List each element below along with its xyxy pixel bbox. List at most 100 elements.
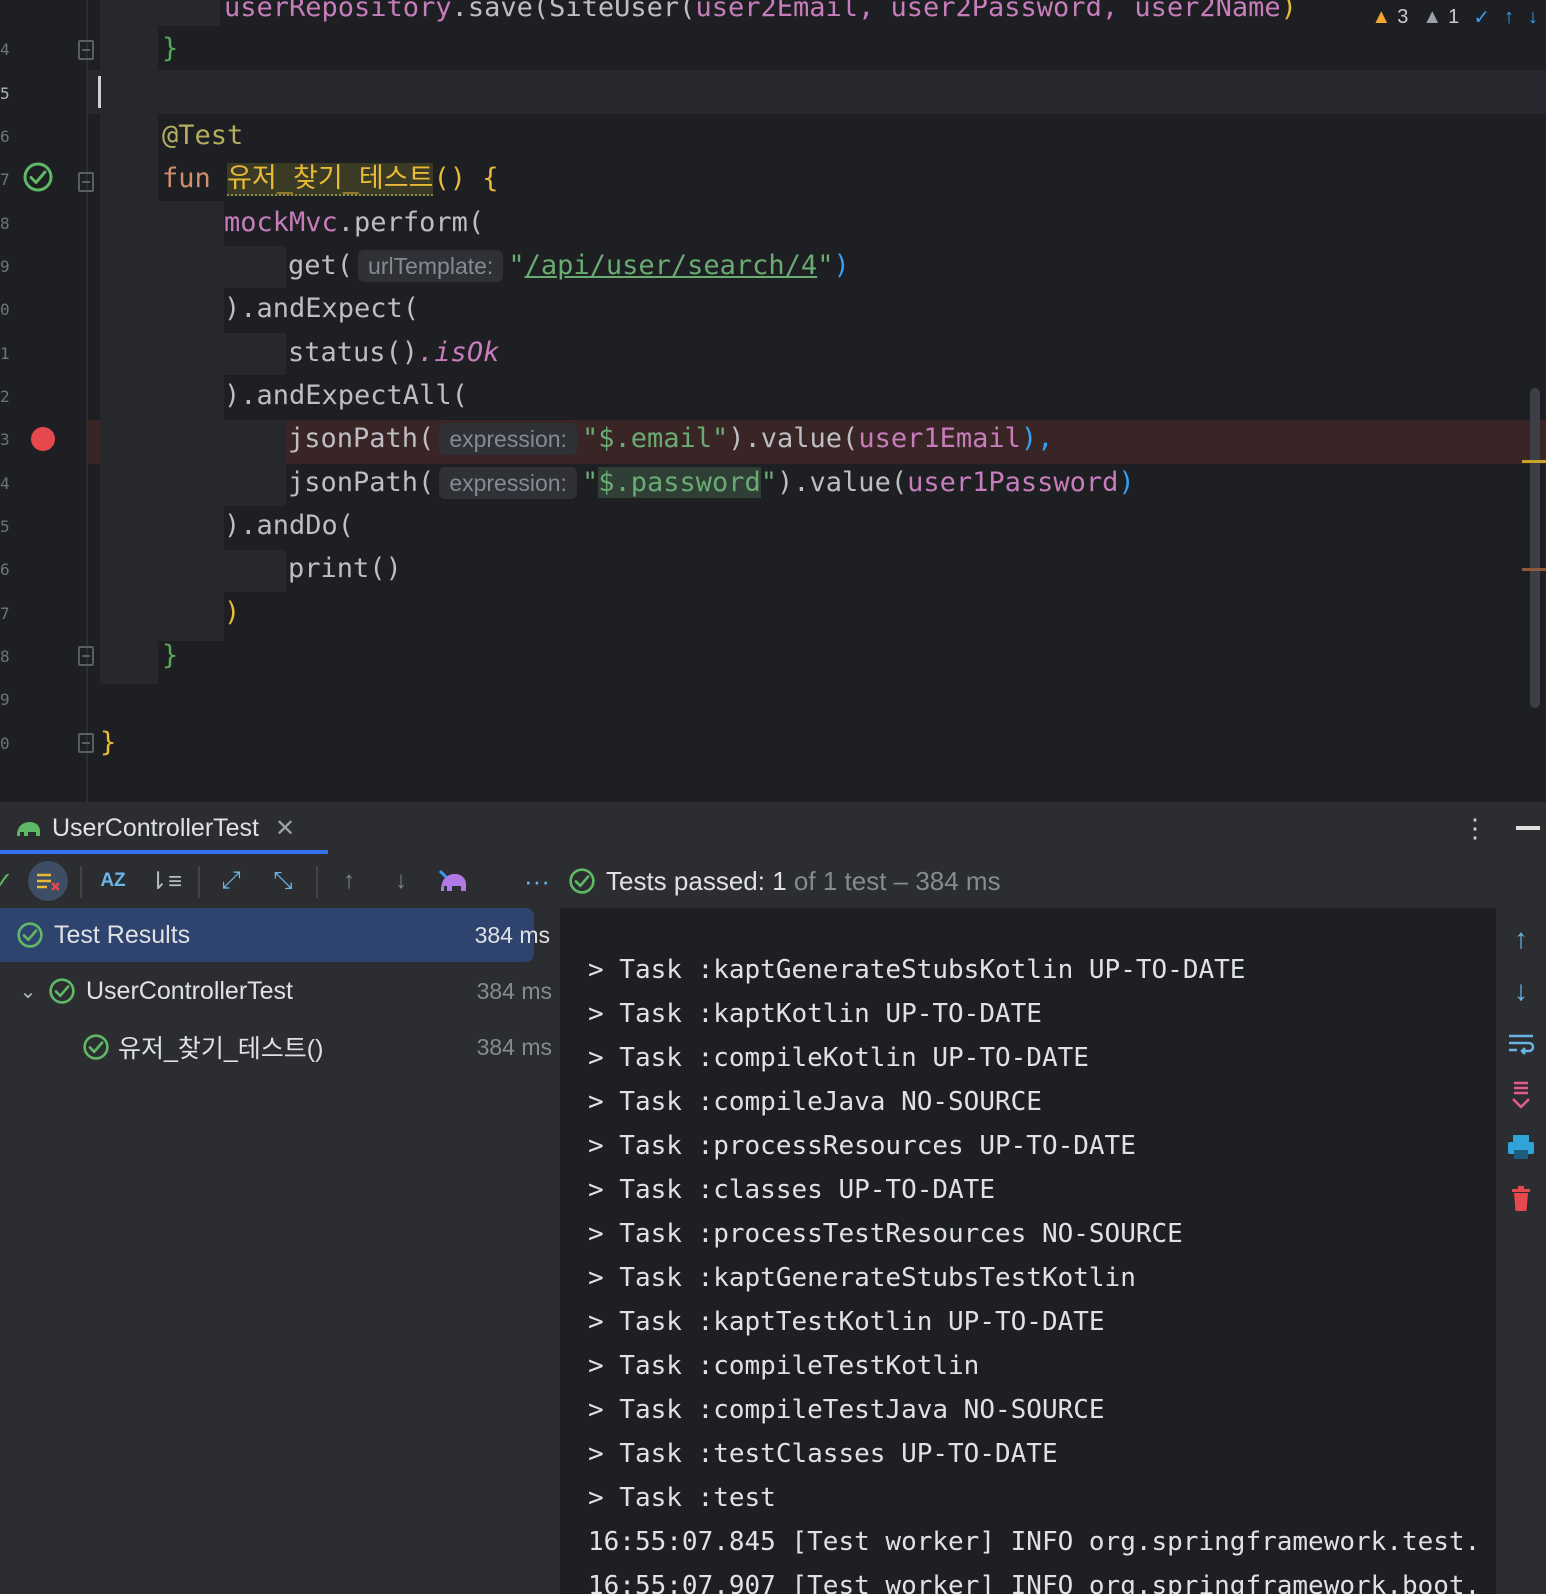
tree-item-duration: 384 ms: [476, 1033, 552, 1060]
sort-by-duration-icon[interactable]: ⇂≡: [148, 864, 182, 898]
console-line: > Task :kaptKotlin UP-TO-DATE: [588, 999, 1042, 1029]
fold-marker-icon[interactable]: [78, 646, 94, 666]
collapse-all-icon[interactable]: ⤡: [266, 864, 300, 898]
scroll-down-icon[interactable]: ↓: [1504, 974, 1538, 1008]
indent-guide: [224, 333, 286, 375]
gradle-tasks-icon[interactable]: [436, 864, 470, 898]
code-editor[interactable]: 4 5 6 7 8 9 0 1 2 3 4 5 6 7 8 9 0 userRe…: [0, 0, 1546, 802]
console-line: > Task :processResources UP-TO-DATE: [588, 1131, 1136, 1161]
code-line[interactable]: print(): [288, 547, 402, 591]
line-number: 0: [0, 734, 10, 753]
scroll-to-end-icon[interactable]: [1504, 1078, 1538, 1112]
code-line[interactable]: fun 유저_찾기_테스트() {: [162, 157, 498, 201]
more-options-icon[interactable]: ⋮: [1462, 814, 1488, 842]
code-line[interactable]: get(urlTemplate: "/api/user/search/4"): [288, 244, 850, 288]
code-token: SiteUser(: [549, 0, 696, 23]
code-line[interactable]: }: [162, 27, 178, 71]
parameter-hint: urlTemplate:: [358, 250, 504, 282]
previous-failed-icon[interactable]: ↑: [332, 864, 366, 898]
typo-icon: ✓: [1473, 6, 1490, 29]
code-token: ): [1118, 467, 1135, 498]
next-highlight-icon[interactable]: ↓: [1528, 6, 1538, 29]
code-token: ),: [1020, 423, 1054, 454]
error-stripe-mark[interactable]: [1522, 568, 1546, 571]
test-passed-gutter-icon[interactable]: [22, 161, 54, 193]
code-token: .isOk: [418, 337, 500, 368]
code-token: ).value(: [728, 423, 859, 454]
current-line-highlight: [0, 70, 1546, 114]
toolbar-separator: [198, 866, 200, 898]
line-number: 9: [0, 690, 10, 709]
scroll-up-icon[interactable]: ↑: [1504, 922, 1538, 956]
tree-item-duration: 384 ms: [474, 921, 550, 948]
code-line[interactable]: jsonPath(expression: "$.password").value(…: [288, 461, 1135, 505]
check-circle-icon: [17, 922, 43, 948]
more-actions-icon[interactable]: ···: [520, 864, 554, 898]
console-line: > Task :compileTestJava NO-SOURCE: [588, 1395, 1105, 1425]
error-stripe-mark[interactable]: [1522, 460, 1546, 463]
check-circle-icon: [83, 1034, 109, 1060]
line-number: 0: [0, 300, 10, 319]
code-line[interactable]: ): [224, 591, 240, 635]
code-line[interactable]: ).andExpect(: [224, 287, 419, 331]
clear-all-icon[interactable]: [1504, 1182, 1538, 1216]
code-token: user1Email: [858, 423, 1021, 454]
chevron-down-icon[interactable]: ⌄: [18, 981, 38, 1003]
line-number: 2: [0, 387, 10, 406]
parameter-hint: expression:: [439, 423, 577, 455]
code-line[interactable]: jsonPath(expression: "$.email").value(use…: [288, 417, 1053, 461]
indent-guide: [100, 0, 158, 70]
show-passed-icon[interactable]: ✓: [0, 864, 20, 898]
show-ignored-icon[interactable]: [28, 861, 68, 901]
close-icon[interactable]: ✕: [275, 814, 295, 843]
code-line[interactable]: ).andDo(: [224, 504, 354, 548]
code-line[interactable]: userRepository.save(SiteUser(user2Email,…: [224, 0, 1297, 30]
next-failed-icon[interactable]: ↓: [384, 864, 418, 898]
tree-item-test-method[interactable]: 유저_찾기_테스트() 384 ms: [0, 1020, 552, 1074]
run-tool-window: UserControllerTest ✕ ⋮ ✓ AZ ⇂≡ ⤢ ⤡ ↑ ↓ ·…: [0, 802, 1546, 1594]
status-count: 1: [772, 865, 787, 896]
fold-marker-icon[interactable]: [78, 40, 94, 60]
text-caret: [98, 76, 101, 108]
sort-alphabetically-icon[interactable]: AZ: [96, 864, 130, 898]
tree-item-label: 유저_찾기_테스트(): [118, 1035, 324, 1063]
code-line[interactable]: }: [100, 721, 116, 765]
tree-item-test-results[interactable]: Test Results 384 ms: [0, 908, 550, 962]
code-line[interactable]: @Test: [162, 114, 243, 158]
expand-all-icon[interactable]: ⤢: [214, 864, 248, 898]
print-icon[interactable]: [1504, 1130, 1538, 1164]
fold-marker-icon[interactable]: [78, 172, 94, 192]
breakpoint-icon[interactable]: [31, 427, 55, 451]
line-number: 4: [0, 474, 10, 493]
console-output[interactable]: > Task :kaptGenerateStubsKotlin UP-TO-DA…: [560, 908, 1496, 1594]
code-line[interactable]: status().isOk: [288, 331, 499, 375]
line-number: 8: [0, 214, 10, 233]
previous-highlight-icon[interactable]: ↑: [1504, 6, 1514, 29]
code-line[interactable]: ).andExpectAll(: [224, 374, 468, 418]
console-line: 16:55:07.845 [Test worker] INFO org.spri…: [588, 1527, 1481, 1557]
line-number: 1: [0, 344, 10, 363]
check-circle-icon: [49, 978, 75, 1004]
url-link[interactable]: /api/user/search/4: [525, 250, 818, 281]
console-line: > Task :kaptTestKotlin UP-TO-DATE: [588, 1307, 1105, 1337]
code-line[interactable]: }: [162, 634, 178, 678]
editor-scrollbar[interactable]: [1530, 388, 1540, 708]
code-token: $.password: [598, 467, 761, 498]
soft-wrap-icon[interactable]: [1504, 1026, 1538, 1060]
tree-item-label: Test Results: [54, 920, 191, 949]
indent-guide: [158, 201, 224, 641]
code-token: }: [162, 33, 179, 64]
fold-marker-icon[interactable]: [78, 733, 94, 753]
line-number: 3: [0, 430, 10, 449]
tab-run-configuration[interactable]: UserControllerTest ✕: [0, 802, 295, 854]
warning-count: 3: [1397, 5, 1409, 28]
inspection-widget[interactable]: ▲ 3 ▲ 1 ✓ ↑ ↓: [1371, 0, 1546, 34]
run-tab-bar: UserControllerTest ✕ ⋮: [0, 802, 1546, 855]
minimize-icon[interactable]: [1516, 826, 1540, 830]
tree-item-class[interactable]: ⌄ UserControllerTest 384 ms: [0, 964, 552, 1018]
test-results-tree[interactable]: Test Results 384 ms ⌄ UserControllerTest…: [0, 908, 558, 1594]
code-line[interactable]: mockMvc.perform(: [224, 201, 484, 245]
editor-gutter[interactable]: [0, 0, 88, 802]
line-number: 9: [0, 257, 10, 276]
console-line: > Task :compileJava NO-SOURCE: [588, 1087, 1042, 1117]
